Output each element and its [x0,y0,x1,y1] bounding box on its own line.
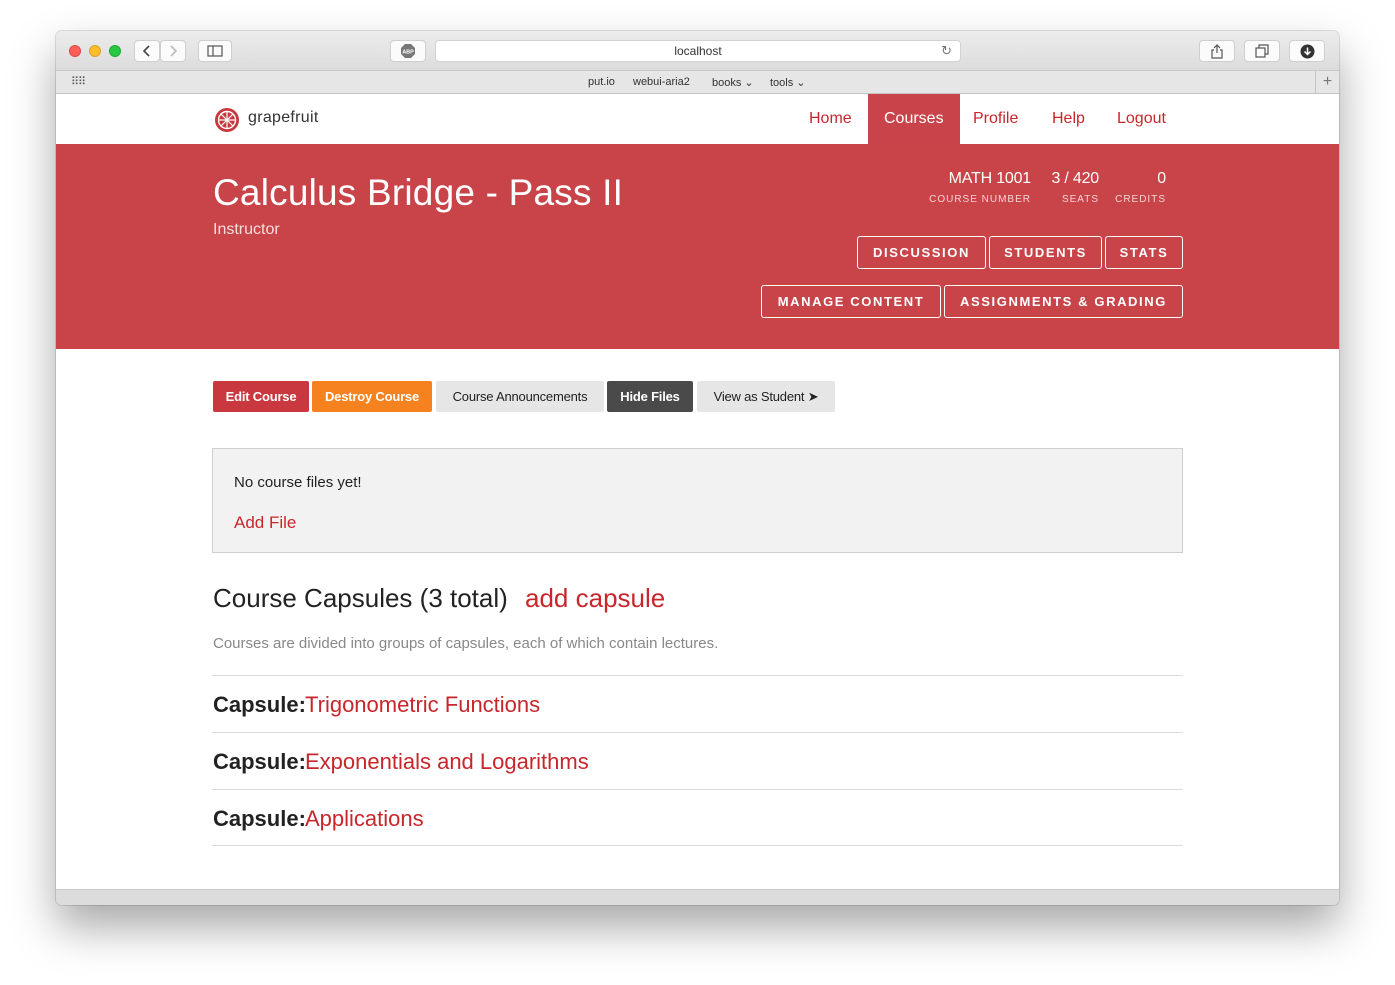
site-navbar: grapefruit Home Courses Profile Help Log… [56,94,1339,144]
nav-courses[interactable]: Courses [868,94,960,144]
stat-label: SEATS [1061,194,1099,205]
capsules-heading: Course Capsules (3 total) [213,583,508,613]
nav-logout[interactable]: Logout [1101,94,1182,144]
no-files-message: No course files yet! [234,474,362,491]
nav-help[interactable]: Help [1036,94,1101,144]
stat-label: CREDITS [1115,194,1166,205]
bookmark-putio[interactable]: put.io [588,76,615,88]
minimize-window-button[interactable] [89,45,101,57]
reload-icon[interactable]: ↻ [941,43,952,59]
share-icon [1211,43,1223,59]
new-tab-plus-icon[interactable]: + [1315,71,1339,94]
stat-value: 0 [1157,170,1166,187]
forward-button[interactable] [160,40,186,62]
stat-label: COURSE NUMBER [929,194,1031,205]
capsule-label: Capsule: [213,692,306,717]
stat-course-number: MATH 1001 COURSE NUMBER [929,170,1031,205]
hide-files-button[interactable]: Hide Files [607,381,693,412]
course-announcements-button[interactable]: Course Announcements [436,381,604,412]
grapefruit-logo-icon[interactable] [214,107,240,133]
bookmarks-bar: ⠿⠿ put.io webui-aria2 books ⌄ tools ⌄ + [56,71,1339,94]
sidebar-icon [207,45,223,57]
adblock-icon: ABP [401,44,415,58]
download-icon [1300,44,1314,58]
tabs-icon [1255,44,1269,58]
zoom-window-button[interactable] [109,45,121,57]
capsule-label: Capsule: [213,806,306,831]
browser-toolbar: ABP localhost ↻ [56,31,1339,71]
bookmark-books-folder[interactable]: books ⌄ [712,76,754,89]
bookmark-webui-aria2[interactable]: webui-aria2 [633,76,690,88]
capsules-description: Courses are divided into groups of capsu… [213,635,719,652]
discussion-button[interactable]: DISCUSSION [857,236,986,269]
capsule-label: Capsule: [213,749,306,774]
adblock-button[interactable]: ABP [390,40,426,62]
capsule-row: Capsule: Trigonometric Functions [212,675,1183,732]
user-role: Instructor [213,221,280,238]
close-window-button[interactable] [69,45,81,57]
url-text: localhost [674,44,722,58]
stat-seats: 3 / 420 SEATS [1051,170,1099,205]
sidebar-button[interactable] [198,40,232,62]
add-file-link[interactable]: Add File [234,513,296,533]
stat-value: 3 / 420 [1051,170,1099,187]
svg-text:ABP: ABP [402,50,414,56]
stat-credits: 0 CREDITS [1115,170,1166,205]
tabs-button[interactable] [1244,40,1280,62]
capsule-row: Capsule: Applications [212,789,1183,846]
nav-profile[interactable]: Profile [957,94,1034,144]
bookmark-tools-folder[interactable]: tools ⌄ [770,76,806,89]
add-capsule-link[interactable]: add capsule [525,583,665,614]
stats-button[interactable]: STATS [1105,236,1183,269]
destroy-course-button[interactable]: Destroy Course [312,381,432,412]
capsule-link-exponentials-logarithms[interactable]: Exponentials and Logarithms [305,749,589,775]
stat-value: MATH 1001 [948,170,1032,187]
assignments-grading-button[interactable]: ASSIGNMENTS & GRADING [944,285,1183,318]
manage-content-button[interactable]: MANAGE CONTENT [761,285,941,318]
course-title: Calculus Bridge - Pass II [213,172,624,213]
view-as-student-button[interactable]: View as Student ➤ [697,381,835,412]
top-sites-grid-icon[interactable]: ⠿⠿ [71,75,86,88]
downloads-button[interactable] [1289,40,1325,62]
edit-course-button[interactable]: Edit Course [213,381,309,412]
address-bar[interactable]: localhost ↻ [435,40,961,62]
forward-icon [170,45,178,57]
back-button[interactable] [134,40,160,62]
students-button[interactable]: STUDENTS [989,236,1102,269]
capsule-link-applications[interactable]: Applications [305,806,424,832]
capsule-row: Capsule: Exponentials and Logarithms [212,732,1183,789]
back-icon [142,45,150,57]
course-files-panel: No course files yet! Add File [212,448,1183,553]
course-header: Calculus Bridge - Pass II Instructor MAT… [56,144,1339,349]
capsule-link-trigonometric-functions[interactable]: Trigonometric Functions [305,692,540,718]
brand-name[interactable]: grapefruit [248,109,319,127]
share-button[interactable] [1199,40,1235,62]
nav-home[interactable]: Home [793,94,868,144]
browser-window: ABP localhost ↻ ⠿⠿ put.io webui-aria2 bo… [56,31,1339,905]
window-bottom-bar [56,889,1339,905]
